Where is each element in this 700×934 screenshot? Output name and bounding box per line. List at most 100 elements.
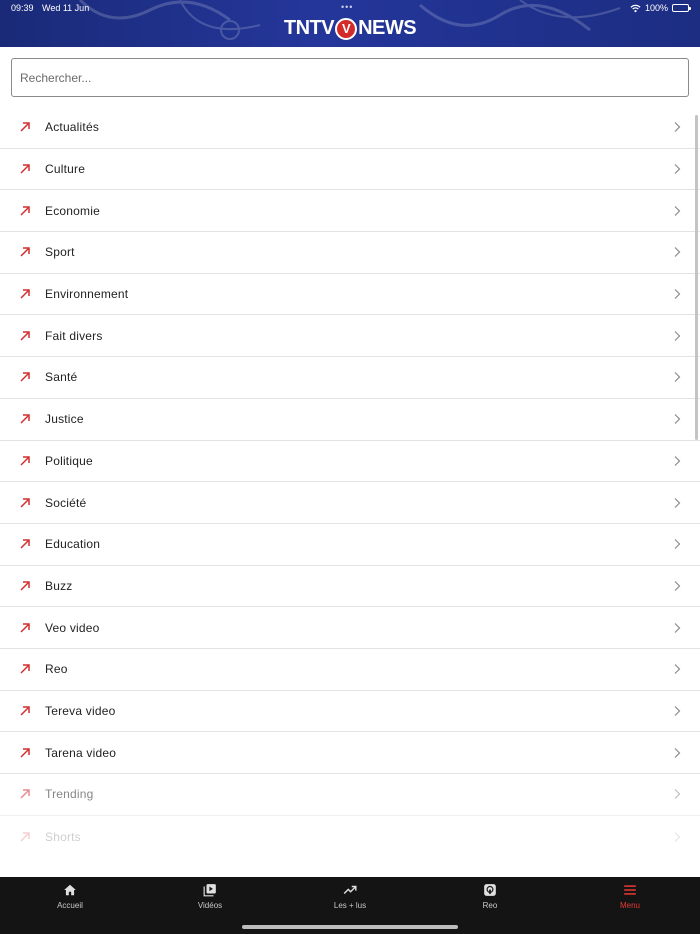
- home-indicator[interactable]: [242, 925, 458, 929]
- tab-accueil[interactable]: Accueil: [0, 877, 140, 934]
- logo-text-right: NEWS: [358, 17, 417, 39]
- arrow-up-right-icon: [20, 497, 30, 508]
- chevron-right-icon: [674, 372, 681, 383]
- status-right: 100%: [630, 3, 691, 13]
- menu-item-label: Culture: [45, 162, 86, 177]
- scrollbar[interactable]: [695, 115, 698, 440]
- menu-item[interactable]: Veo video: [0, 607, 700, 649]
- menu-item-label: Fait divers: [45, 328, 103, 343]
- menu-item[interactable]: Fait divers: [0, 315, 700, 358]
- app-header: 09:39 Wed 11 Jun ••• 100% TNTV V NEWS: [0, 0, 700, 47]
- podcast-icon: [484, 884, 496, 896]
- arrow-up-right-icon: [20, 581, 30, 591]
- chevron-right-icon: [674, 539, 681, 550]
- battery-percent: 100%: [644, 3, 668, 13]
- menu-item-label: Société: [45, 495, 87, 510]
- logo-badge: V: [335, 17, 358, 40]
- chevron-right-icon: [674, 122, 681, 133]
- arrow-up-right-icon: [20, 747, 30, 758]
- arrow-up-right-icon: [20, 331, 30, 341]
- chevron-right-icon: [674, 164, 681, 174]
- arrow-up-right-icon: [20, 706, 30, 716]
- home-icon: [64, 884, 76, 896]
- battery-icon: [672, 4, 691, 12]
- chevron-right-icon: [674, 289, 681, 300]
- arrow-up-right-icon: [20, 205, 30, 216]
- tab-label-videos: Vidéos: [197, 901, 223, 910]
- tab-label-accueil: Accueil: [57, 901, 83, 910]
- menu-item-label: Shorts: [45, 829, 81, 844]
- menu-item[interactable]: Environnement: [0, 274, 700, 316]
- menu-item-label: Economie: [45, 203, 100, 218]
- arrow-up-right-icon: [20, 289, 30, 299]
- tab-label-les-plus-lus: Les + lus: [333, 901, 367, 910]
- menu-item[interactable]: Politique: [0, 441, 700, 483]
- menu-item[interactable]: Education: [0, 524, 700, 566]
- arrow-up-right-icon: [20, 164, 30, 174]
- multitasking-dots[interactable]: •••: [341, 2, 353, 12]
- category-list: Actualités Culture Economie Sport Environnem…: [0, 107, 700, 857]
- chevron-right-icon: [674, 455, 681, 466]
- chevron-right-icon: [674, 330, 681, 341]
- menu-item-label: Justice: [45, 412, 84, 427]
- menu-item[interactable]: Tarena video: [0, 732, 700, 774]
- trending-icon: [343, 885, 357, 894]
- chevron-right-icon: [674, 706, 681, 716]
- arrow-up-right-icon: [20, 456, 30, 466]
- chevron-right-icon: [674, 622, 681, 633]
- menu-item-label: Veo video: [45, 620, 100, 635]
- arrow-up-right-icon: [20, 122, 30, 132]
- wifi-icon: [630, 4, 641, 12]
- status-time: 09:39: [11, 3, 34, 13]
- menu-item[interactable]: Santé: [0, 357, 700, 399]
- chevron-right-icon: [674, 414, 681, 425]
- status-date: Wed 11 Jun: [42, 3, 90, 13]
- arrow-up-right-icon: [20, 622, 30, 633]
- chevron-right-icon: [674, 831, 681, 842]
- menu-item-label: Reo: [45, 662, 68, 677]
- video-library-icon: [203, 884, 216, 897]
- arrow-up-right-icon: [20, 789, 30, 799]
- arrow-up-right-icon: [20, 372, 30, 382]
- menu-item[interactable]: Buzz: [0, 566, 700, 608]
- arrow-up-right-icon: [20, 831, 30, 842]
- menu-item[interactable]: Sport: [0, 232, 700, 274]
- menu-item-label: Tereva video: [45, 703, 116, 718]
- menu-item[interactable]: Justice: [0, 399, 700, 441]
- arrow-up-right-icon: [20, 247, 30, 257]
- menu-item[interactable]: Tereva video: [0, 691, 700, 733]
- chevron-right-icon: [674, 205, 681, 216]
- menu-item-label: Sport: [45, 245, 75, 260]
- arrow-up-right-icon: [20, 539, 30, 549]
- search-box[interactable]: [11, 58, 689, 97]
- menu-item-label: Buzz: [45, 578, 73, 593]
- chevron-right-icon: [674, 497, 681, 508]
- search-input[interactable]: [12, 59, 688, 96]
- menu-item[interactable]: Actualités: [0, 107, 700, 149]
- menu-item-label: Environnement: [45, 287, 129, 302]
- menu-item[interactable]: Economie: [0, 190, 700, 233]
- menu-item[interactable]: Culture: [0, 149, 700, 191]
- tab-label-menu: Menu: [619, 901, 640, 910]
- app-logo: TNTV V NEWS: [0, 17, 700, 40]
- menu-item[interactable]: Trending: [0, 774, 700, 816]
- logo-text-left: TNTV: [283, 17, 335, 39]
- menu-item[interactable]: Reo: [0, 649, 700, 691]
- menu-icon: [624, 885, 636, 895]
- menu-item[interactable]: Shorts: [0, 816, 700, 858]
- chevron-right-icon: [674, 664, 681, 675]
- menu-item-label: Actualités: [45, 120, 100, 135]
- menu-item-label: Education: [45, 537, 101, 552]
- tab-label-reo: Reo: [482, 901, 498, 910]
- menu-item-label: Trending: [45, 787, 94, 802]
- menu-item-label: Santé: [45, 370, 78, 385]
- chevron-right-icon: [674, 247, 681, 258]
- menu-item[interactable]: Société: [0, 482, 700, 524]
- arrow-up-right-icon: [20, 664, 30, 674]
- menu-item-label: Politique: [45, 453, 93, 468]
- chevron-right-icon: [674, 747, 681, 758]
- chevron-right-icon: [674, 789, 681, 800]
- menu-item-label: Tarena video: [45, 745, 117, 760]
- tab-menu[interactable]: Menu: [560, 877, 700, 934]
- chevron-right-icon: [674, 580, 681, 591]
